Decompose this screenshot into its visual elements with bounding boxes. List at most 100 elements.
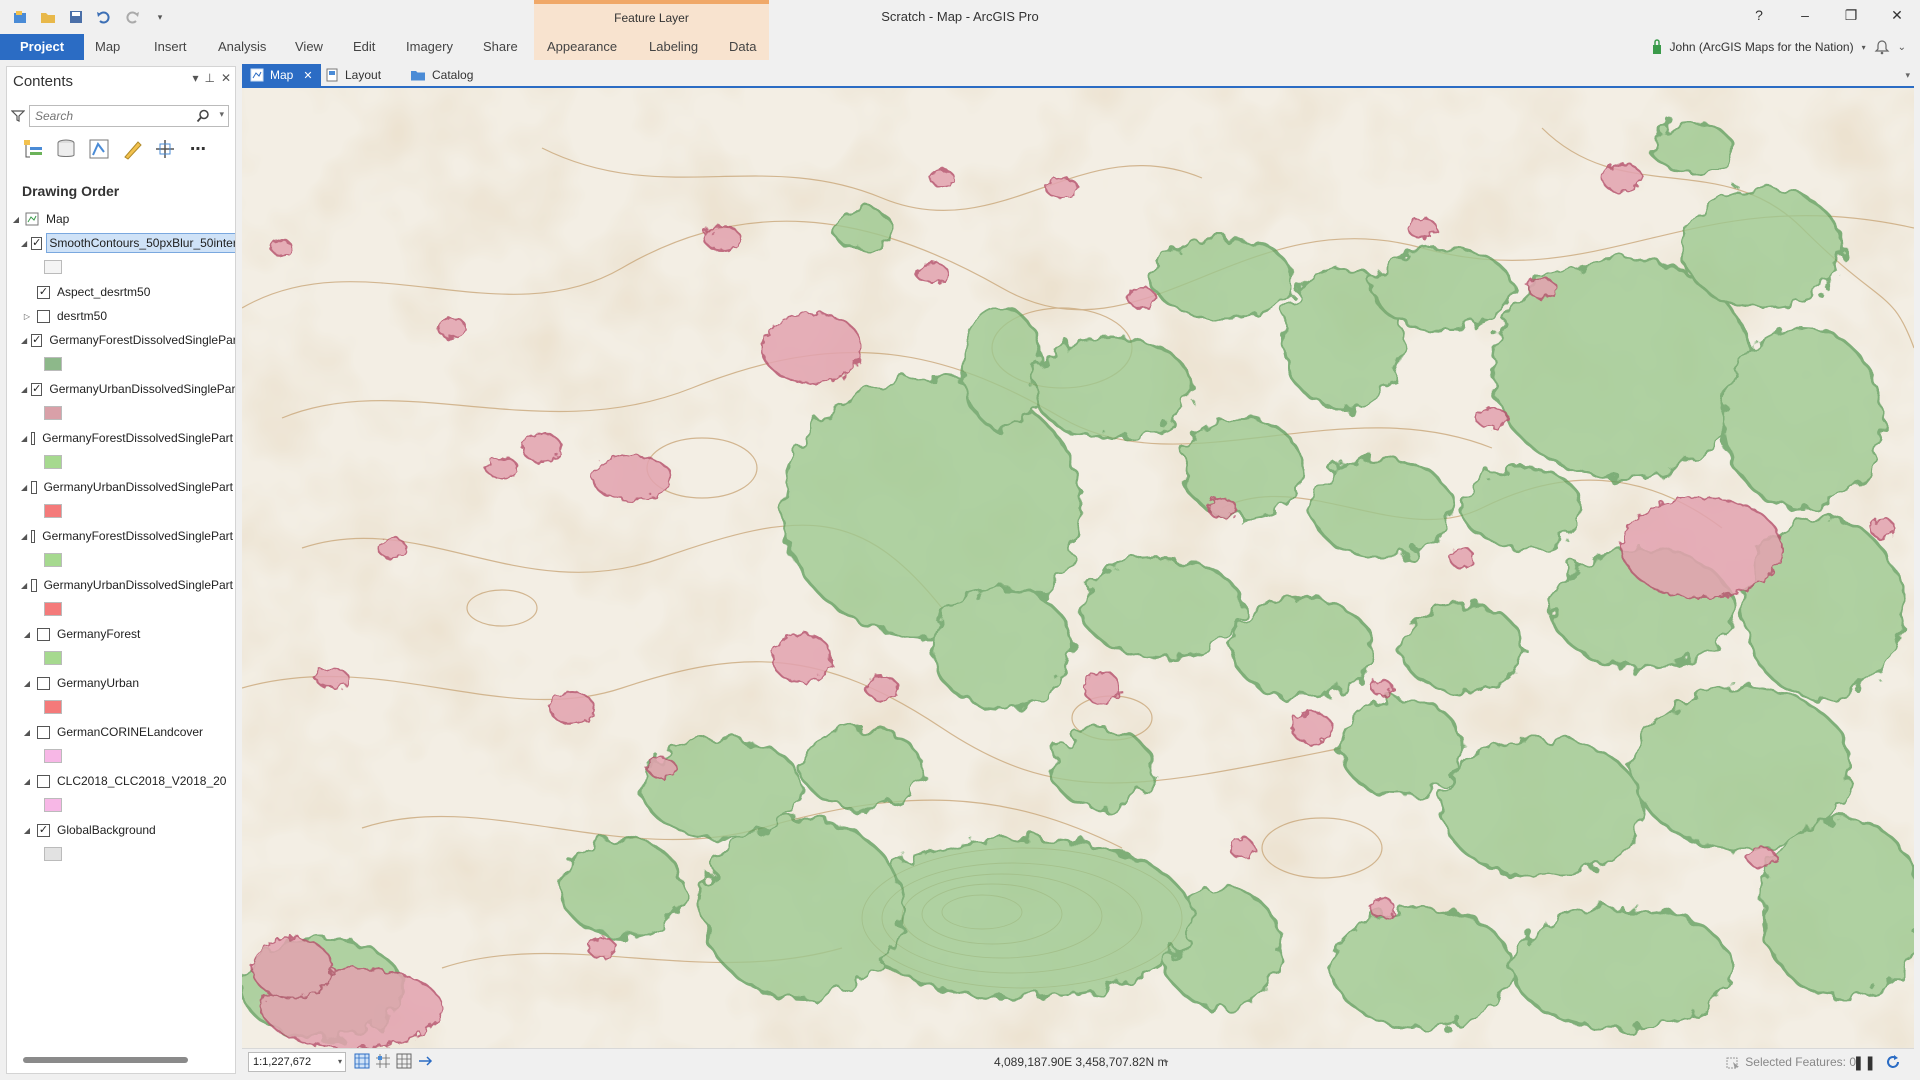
help-button[interactable]: ? xyxy=(1736,0,1782,30)
layer-visibility-checkbox[interactable] xyxy=(37,627,50,641)
layer-item[interactable]: ✓ Aspect_desrtm50 xyxy=(7,280,235,304)
tab-map[interactable]: Map xyxy=(84,34,131,60)
layer-visibility-checkbox[interactable] xyxy=(37,774,50,788)
close-tab-icon[interactable]: ✕ xyxy=(303,69,312,82)
notification-bell-icon[interactable] xyxy=(1874,39,1890,55)
layer-visibility-checkbox[interactable] xyxy=(37,676,50,690)
selected-features-indicator[interactable]: Selected Features: 0 xyxy=(1726,1055,1856,1069)
tab-view[interactable]: View xyxy=(284,34,334,60)
layer-visibility-checkbox[interactable] xyxy=(31,431,36,445)
layer-item[interactable]: ◢ GermanyForest xyxy=(7,622,235,646)
refresh-icon[interactable] xyxy=(1884,1053,1902,1071)
tab-project[interactable]: Project xyxy=(0,34,85,60)
search-icon[interactable] xyxy=(196,109,210,123)
user-account[interactable]: John (ArcGIS Maps for the Nation) ▾ ⌄ xyxy=(1652,34,1906,60)
tab-catalog-view[interactable]: Catalog xyxy=(402,64,481,86)
tab-layout-view[interactable]: Layout xyxy=(317,64,389,86)
layer-symbol-swatch[interactable] xyxy=(44,798,62,812)
collapse-arrow-icon[interactable]: ◢ xyxy=(21,385,27,394)
list-by-selection-icon[interactable] xyxy=(87,137,111,161)
close-pane-icon[interactable]: ✕ xyxy=(221,71,231,85)
layer-item[interactable]: ◢ CLC2018_CLC2018_V2018_20 xyxy=(7,769,235,793)
layer-visibility-checkbox[interactable]: ✓ xyxy=(31,236,43,250)
layer-symbol-swatch[interactable] xyxy=(44,700,62,714)
tab-insert[interactable]: Insert xyxy=(143,34,198,60)
layer-visibility-checkbox[interactable]: ✓ xyxy=(31,333,43,347)
list-by-data-source-icon[interactable] xyxy=(54,137,78,161)
layer-symbol-swatch[interactable] xyxy=(44,553,62,567)
tab-map-view[interactable]: Map ✕ xyxy=(242,64,321,86)
close-window-button[interactable]: ✕ xyxy=(1874,0,1920,30)
map-svg[interactable] xyxy=(242,88,1914,1048)
expand-arrow-icon[interactable]: ▷ xyxy=(21,312,33,321)
layer-symbol-swatch[interactable] xyxy=(44,847,62,861)
horizontal-scrollbar[interactable] xyxy=(13,1055,229,1065)
collapse-arrow-icon[interactable]: ◢ xyxy=(21,777,33,786)
list-by-snapping-icon[interactable] xyxy=(153,137,177,161)
tab-analysis[interactable]: Analysis xyxy=(207,34,277,60)
layer-visibility-checkbox[interactable]: ✓ xyxy=(31,382,43,396)
layer-symbol-swatch[interactable] xyxy=(44,406,62,420)
list-by-drawing-order-icon[interactable] xyxy=(21,137,45,161)
scale-dropdown-chevron-icon[interactable]: ▾ xyxy=(338,1053,342,1071)
grid-snap-icon[interactable] xyxy=(354,1053,370,1069)
layer-item[interactable]: ◢ GermanyForestDissolvedSinglePart xyxy=(7,426,235,450)
layer-visibility-checkbox[interactable]: ✓ xyxy=(37,823,50,837)
restore-button[interactable]: ❐ xyxy=(1828,0,1874,30)
tab-share[interactable]: Share xyxy=(472,34,529,60)
collapse-arrow-icon[interactable]: ◢ xyxy=(21,336,27,345)
layer-symbol-swatch[interactable] xyxy=(44,260,62,274)
search-input[interactable] xyxy=(30,106,200,126)
layer-visibility-checkbox[interactable] xyxy=(37,725,50,739)
grid-guides-icon[interactable] xyxy=(375,1053,391,1069)
layer-visibility-checkbox[interactable] xyxy=(31,529,36,543)
user-menu-chevron-icon[interactable]: ▾ xyxy=(1862,43,1866,52)
layer-symbol-swatch[interactable] xyxy=(44,357,62,371)
layer-symbol-swatch[interactable] xyxy=(44,602,62,616)
layer-item[interactable]: ◢ GermanyForestDissolvedSinglePart xyxy=(7,524,235,548)
pin-icon[interactable]: ⊥ xyxy=(204,71,214,85)
collapse-arrow-icon[interactable]: ◢ xyxy=(21,728,33,737)
list-by-editing-icon[interactable] xyxy=(120,137,144,161)
layer-item[interactable]: ◢ GermanyUrban xyxy=(7,671,235,695)
layer-item[interactable]: ◢ ✓ GlobalBackground xyxy=(7,818,235,842)
collapse-arrow-icon[interactable]: ◢ xyxy=(21,483,27,492)
collapse-arrow-icon[interactable]: ◢ xyxy=(21,630,33,639)
collapse-arrow-icon[interactable]: ◢ xyxy=(21,239,27,248)
search-options-chevron-icon[interactable]: ▾ xyxy=(219,109,224,120)
layer-item[interactable]: ▷ desrtm50 xyxy=(7,304,235,328)
map-node[interactable]: ◢ Map xyxy=(7,207,235,231)
layer-symbol-swatch[interactable] xyxy=(44,455,62,469)
collapse-arrow-icon[interactable]: ◢ xyxy=(10,215,22,224)
layer-item[interactable]: ◢ ✓ GermanyUrbanDissolvedSinglePart xyxy=(7,377,235,401)
tab-appearance[interactable]: Appearance xyxy=(536,34,628,60)
scale-selector[interactable]: 1:1,227,672 ▾ xyxy=(248,1052,346,1072)
minimize-button[interactable]: – xyxy=(1782,0,1828,30)
pan-sync-icon[interactable] xyxy=(417,1053,433,1069)
layer-item[interactable]: ◢ ✓ SmoothContours_50pxBlur_50inter xyxy=(7,231,235,255)
layer-visibility-checkbox[interactable] xyxy=(31,480,37,494)
table-grid-icon[interactable] xyxy=(396,1053,412,1069)
tabs-menu-chevron-icon[interactable]: ▾ xyxy=(1905,70,1910,81)
filter-icon[interactable] xyxy=(11,109,25,123)
scrollbar-thumb[interactable] xyxy=(23,1057,188,1063)
pane-options-chevron-icon[interactable]: ▾ xyxy=(192,71,198,85)
layer-item[interactable]: ◢ GermanyUrbanDissolvedSinglePart xyxy=(7,475,235,499)
collapse-arrow-icon[interactable]: ◢ xyxy=(21,581,27,590)
layer-visibility-checkbox[interactable]: ✓ xyxy=(37,285,50,299)
collapse-arrow-icon[interactable]: ◢ xyxy=(21,434,27,443)
map-canvas[interactable] xyxy=(242,88,1914,1048)
collapse-arrow-icon[interactable]: ◢ xyxy=(21,532,27,541)
tab-edit[interactable]: Edit xyxy=(342,34,386,60)
layer-visibility-checkbox[interactable] xyxy=(37,309,50,323)
coordinate-format-chevron-icon[interactable]: ⌄ xyxy=(1162,1055,1170,1066)
layer-visibility-checkbox[interactable] xyxy=(31,578,37,592)
collapse-arrow-icon[interactable]: ◢ xyxy=(21,679,33,688)
tab-data[interactable]: Data xyxy=(718,34,767,60)
layer-item[interactable]: ◢ ✓ GermanyForestDissolvedSinglePart xyxy=(7,328,235,352)
collapse-arrow-icon[interactable]: ◢ xyxy=(21,826,33,835)
ribbon-expand-chevron-icon[interactable]: ⌄ xyxy=(1898,42,1906,53)
pause-drawing-icon[interactable]: ❚❚ xyxy=(1853,1054,1876,1071)
layer-item[interactable]: ◢ GermanCORINELandcover xyxy=(7,720,235,744)
tab-imagery[interactable]: Imagery xyxy=(395,34,464,60)
